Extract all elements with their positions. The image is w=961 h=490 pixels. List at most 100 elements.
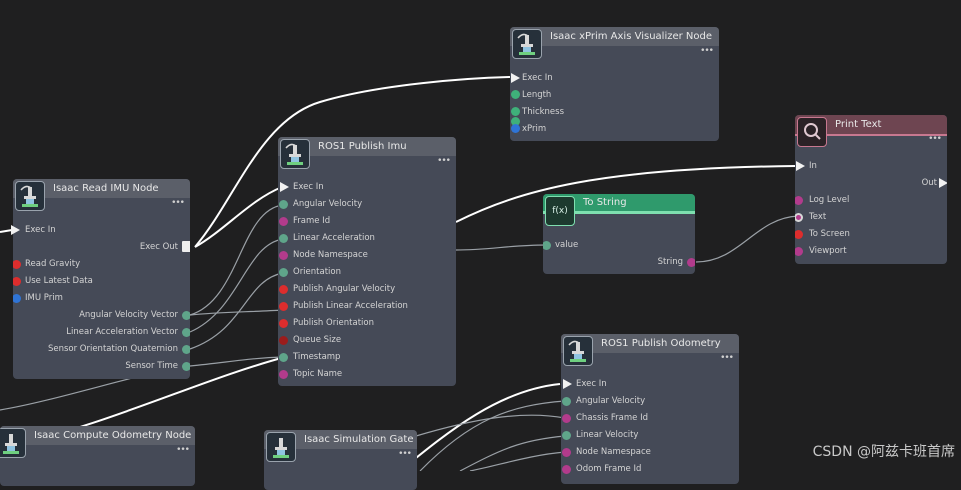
pin-label: Angular Velocity bbox=[576, 396, 646, 406]
to-screen-pin[interactable] bbox=[795, 230, 803, 239]
pin-label: Chassis Frame Id bbox=[576, 413, 648, 423]
function-icon: f(x) bbox=[545, 196, 575, 226]
pin-label: In bbox=[809, 161, 817, 171]
pin-label: Angular Velocity Vector bbox=[79, 310, 178, 320]
node-axis-visualizer[interactable]: Isaac xPrim Axis Visualizer Node ••• Exe… bbox=[510, 27, 719, 141]
watermark-text: CSDN @阿兹卡班首席 bbox=[812, 444, 955, 460]
odom-frame-id-pin[interactable] bbox=[562, 465, 571, 474]
thickness-pin[interactable] bbox=[511, 107, 520, 116]
read-gravity-pin[interactable] bbox=[13, 260, 21, 269]
more-options-icon[interactable]: ••• bbox=[176, 446, 190, 455]
pin-label: IMU Prim bbox=[25, 293, 63, 303]
wire-angvel bbox=[189, 204, 284, 316]
pin-label: Read Gravity bbox=[25, 259, 81, 269]
timestamp-pin[interactable] bbox=[279, 353, 288, 362]
exec-in-pin[interactable] bbox=[511, 73, 520, 83]
linear-acceleration-pin[interactable] bbox=[279, 234, 288, 243]
pin-label: Frame Id bbox=[293, 216, 331, 226]
use-latest-data-pin[interactable] bbox=[13, 277, 21, 286]
pin-label: Publish Linear Acceleration bbox=[293, 301, 408, 311]
publish-angular-velocity-pin[interactable] bbox=[279, 285, 288, 294]
pin-label: Viewport bbox=[809, 246, 847, 256]
publish-linear-acceleration-pin[interactable] bbox=[279, 302, 288, 311]
exec-in-pin[interactable] bbox=[563, 379, 572, 389]
robot-arm-icon bbox=[563, 336, 593, 366]
magnifier-icon bbox=[797, 117, 827, 147]
pin-label: Use Latest Data bbox=[25, 276, 93, 286]
exec-in-pin[interactable] bbox=[280, 182, 289, 192]
pin-label: Out bbox=[921, 178, 937, 188]
pin-label: To Screen bbox=[809, 229, 850, 239]
more-options-icon[interactable]: ••• bbox=[928, 135, 942, 144]
linear-velocity-pin[interactable] bbox=[562, 431, 571, 440]
pin-label: Exec In bbox=[576, 379, 607, 389]
viewport-pin[interactable] bbox=[795, 247, 803, 256]
imu-prim-pin[interactable] bbox=[13, 294, 21, 303]
robot-arm-icon bbox=[0, 428, 26, 458]
pin-label: Thickness bbox=[522, 107, 565, 117]
pin-label: Queue Size bbox=[293, 335, 342, 345]
string-out-pin[interactable] bbox=[687, 258, 695, 267]
more-options-icon[interactable]: ••• bbox=[171, 199, 185, 208]
pin-label: xPrim bbox=[522, 124, 547, 134]
publish-orientation-pin[interactable] bbox=[279, 319, 288, 328]
exec-out-pin[interactable] bbox=[182, 241, 190, 252]
wire-value bbox=[455, 244, 547, 251]
wire-string-text bbox=[695, 215, 799, 263]
angular-velocity-pin[interactable] bbox=[562, 397, 571, 406]
node-namespace-pin[interactable] bbox=[279, 251, 288, 260]
node-to-string[interactable]: To String f(x) value String bbox=[543, 194, 695, 274]
angular-velocity-pin[interactable] bbox=[279, 200, 288, 209]
pin-label: Node Namespace bbox=[576, 447, 651, 457]
node-namespace-pin[interactable] bbox=[562, 448, 571, 457]
pin-label: Node Namespace bbox=[293, 250, 368, 260]
more-options-icon[interactable]: ••• bbox=[437, 157, 451, 166]
queue-size-pin[interactable] bbox=[279, 336, 288, 345]
robot-arm-icon bbox=[280, 139, 310, 169]
pin-label: Sensor Orientation Quaternion bbox=[47, 344, 178, 354]
pin-label: Exec In bbox=[293, 182, 324, 192]
exec-in-pin[interactable] bbox=[11, 225, 20, 235]
node-isaac-simulation-gate[interactable]: Isaac Simulation Gate ••• bbox=[264, 430, 417, 490]
frame-id-pin[interactable] bbox=[279, 217, 288, 226]
more-options-icon[interactable]: ••• bbox=[398, 450, 412, 459]
pin-label: Timestamp bbox=[293, 352, 341, 362]
xprim-pin[interactable] bbox=[511, 124, 520, 133]
orientation-pin[interactable] bbox=[279, 268, 288, 277]
pin-label: Exec Out bbox=[139, 242, 178, 252]
pin-label: Exec In bbox=[25, 225, 56, 235]
node-print-text[interactable]: Print Text ••• In Out Log Level Text To … bbox=[795, 115, 947, 264]
pin-label: Linear Acceleration Vector bbox=[66, 327, 178, 337]
chassis-frame-id-pin[interactable] bbox=[562, 414, 571, 423]
exec-out-pin[interactable] bbox=[939, 178, 947, 188]
wire-exec-to-odom bbox=[399, 383, 561, 471]
node-ros1-publish-imu[interactable]: ROS1 Publish Imu ••• Exec In Angular Vel… bbox=[278, 137, 456, 386]
pin-label: Linear Acceleration bbox=[293, 233, 375, 243]
log-level-pin[interactable] bbox=[795, 196, 803, 205]
node-isaac-compute-odometry[interactable]: Isaac Compute Odometry Node ••• bbox=[0, 426, 195, 486]
robot-arm-icon bbox=[266, 432, 296, 462]
robot-arm-icon bbox=[512, 29, 542, 59]
wire-gate-out bbox=[415, 414, 566, 437]
pin-label: Linear Velocity bbox=[576, 430, 639, 440]
pin-label: Exec In bbox=[522, 73, 553, 83]
angular-velocity-vector-pin[interactable] bbox=[182, 311, 190, 320]
more-options-icon[interactable]: ••• bbox=[700, 47, 714, 56]
pin-label: value bbox=[555, 240, 579, 250]
linear-acceleration-vector-pin[interactable] bbox=[182, 328, 190, 337]
topic-name-pin[interactable] bbox=[279, 370, 288, 379]
value-pin[interactable] bbox=[543, 241, 551, 250]
exec-in-pin[interactable] bbox=[796, 161, 805, 171]
text-pin[interactable] bbox=[795, 213, 803, 222]
node-ros1-publish-odometry[interactable]: ROS1 Publish Odometry ••• Exec In Angula… bbox=[561, 334, 739, 484]
pin-label: Length bbox=[522, 90, 552, 100]
sensor-time-pin[interactable] bbox=[182, 362, 190, 371]
length-pin[interactable] bbox=[511, 90, 520, 99]
node-isaac-read-imu[interactable]: Isaac Read IMU Node ••• Exec In Exec Out… bbox=[13, 179, 190, 379]
sensor-orientation-quaternion-pin[interactable] bbox=[182, 345, 190, 354]
more-options-icon[interactable]: ••• bbox=[720, 354, 734, 363]
wire-linacc bbox=[189, 238, 284, 333]
pin-label: Publish Orientation bbox=[293, 318, 374, 328]
node-title: Isaac Compute Odometry Node bbox=[0, 426, 195, 445]
wire-exec-imu-to-ros1imu bbox=[194, 186, 283, 248]
